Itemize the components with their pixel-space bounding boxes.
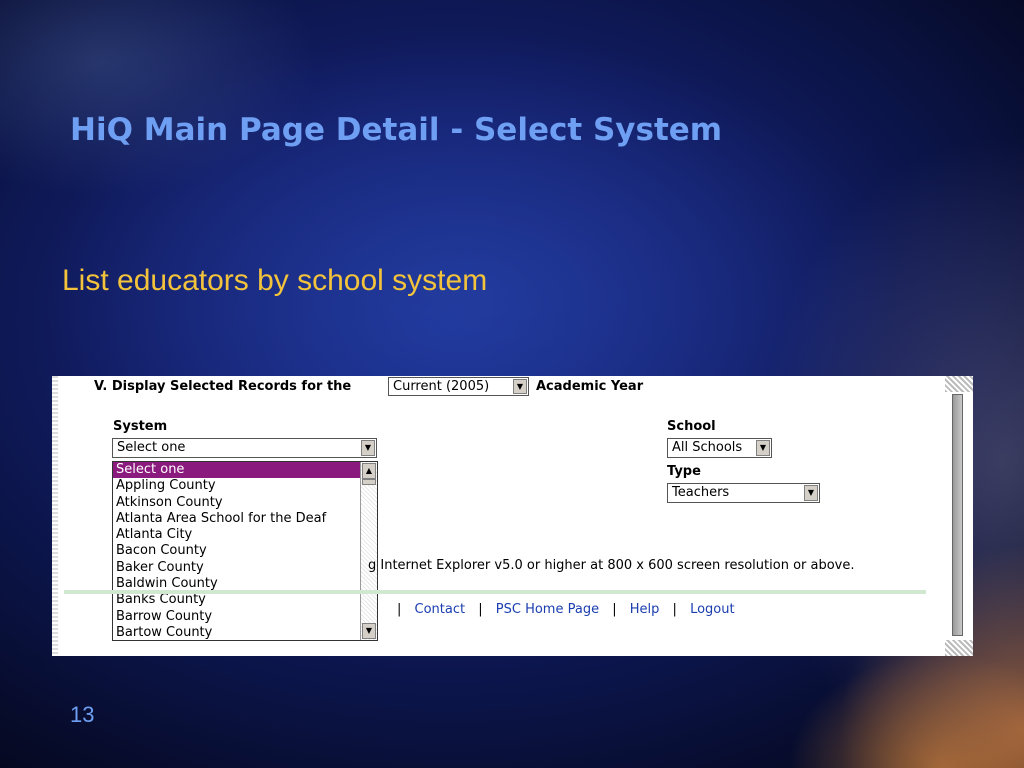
header-prefix: V. Display Selected Records for the: [94, 379, 352, 394]
separator: |: [478, 602, 483, 617]
footer-links: | Contact | PSC Home Page | Help | Logou…: [388, 602, 735, 617]
psc-home-page-link[interactable]: PSC Home Page: [496, 602, 599, 617]
panel-left-edge: [52, 376, 58, 656]
chevron-down-icon[interactable]: ▼: [804, 485, 818, 501]
year-select[interactable]: Current (2005) ▼: [388, 377, 529, 396]
separator: |: [672, 602, 677, 617]
contact-link[interactable]: Contact: [415, 602, 466, 617]
system-select[interactable]: Select one ▼: [112, 438, 377, 458]
scrollbar-thumb[interactable]: [362, 479, 376, 485]
school-select[interactable]: All Schools ▼: [667, 438, 772, 458]
edge-noise: [945, 376, 973, 392]
type-select[interactable]: Teachers ▼: [667, 483, 820, 503]
chevron-up-icon[interactable]: ▲: [362, 463, 376, 479]
system-select-value: Select one: [117, 440, 186, 455]
chevron-down-icon[interactable]: ▼: [756, 440, 770, 456]
slide-title: HiQ Main Page Detail - Select System: [70, 112, 723, 148]
help-link[interactable]: Help: [630, 602, 660, 617]
separator: |: [397, 602, 402, 617]
browser-note: g Internet Explorer v5.0 or higher at 80…: [368, 558, 855, 573]
year-select-value: Current (2005): [393, 379, 490, 394]
list-item[interactable]: Appling County: [113, 478, 361, 494]
header-suffix: Academic Year: [536, 379, 644, 394]
list-item[interactable]: Atlanta Area School for the Deaf: [113, 511, 361, 527]
page-number: 13: [70, 702, 95, 727]
window-scrollbar[interactable]: [952, 394, 963, 636]
slide-subtitle: List educators by school system: [62, 264, 488, 297]
panel-right-edge: [945, 376, 973, 656]
divider: [64, 590, 926, 594]
list-item[interactable]: Banks County: [113, 592, 361, 608]
list-item[interactable]: Bartow County: [113, 625, 361, 640]
chevron-down-icon[interactable]: ▼: [361, 440, 375, 456]
list-item[interactable]: Atlanta City: [113, 527, 361, 543]
system-dropdown-list[interactable]: Select one Appling County Atkinson Count…: [112, 461, 378, 641]
list-item[interactable]: Baker County: [113, 560, 361, 576]
chevron-down-icon[interactable]: ▼: [362, 623, 376, 639]
system-label: System: [113, 419, 168, 434]
list-item[interactable]: Atkinson County: [113, 495, 361, 511]
type-label: Type: [667, 464, 701, 479]
logout-link[interactable]: Logout: [690, 602, 735, 617]
chevron-down-icon[interactable]: ▼: [513, 379, 527, 394]
edge-noise: [945, 640, 973, 656]
list-item[interactable]: Bacon County: [113, 543, 361, 559]
list-item[interactable]: Barrow County: [113, 609, 361, 625]
separator: |: [612, 602, 617, 617]
school-label: School: [667, 419, 716, 434]
list-scrollbar[interactable]: ▲ ▼: [360, 462, 377, 640]
list-item[interactable]: Select one: [113, 462, 361, 479]
school-select-value: All Schools: [672, 440, 743, 455]
type-select-value: Teachers: [672, 485, 730, 500]
screenshot-panel: V. Display Selected Records for the Curr…: [52, 376, 973, 656]
